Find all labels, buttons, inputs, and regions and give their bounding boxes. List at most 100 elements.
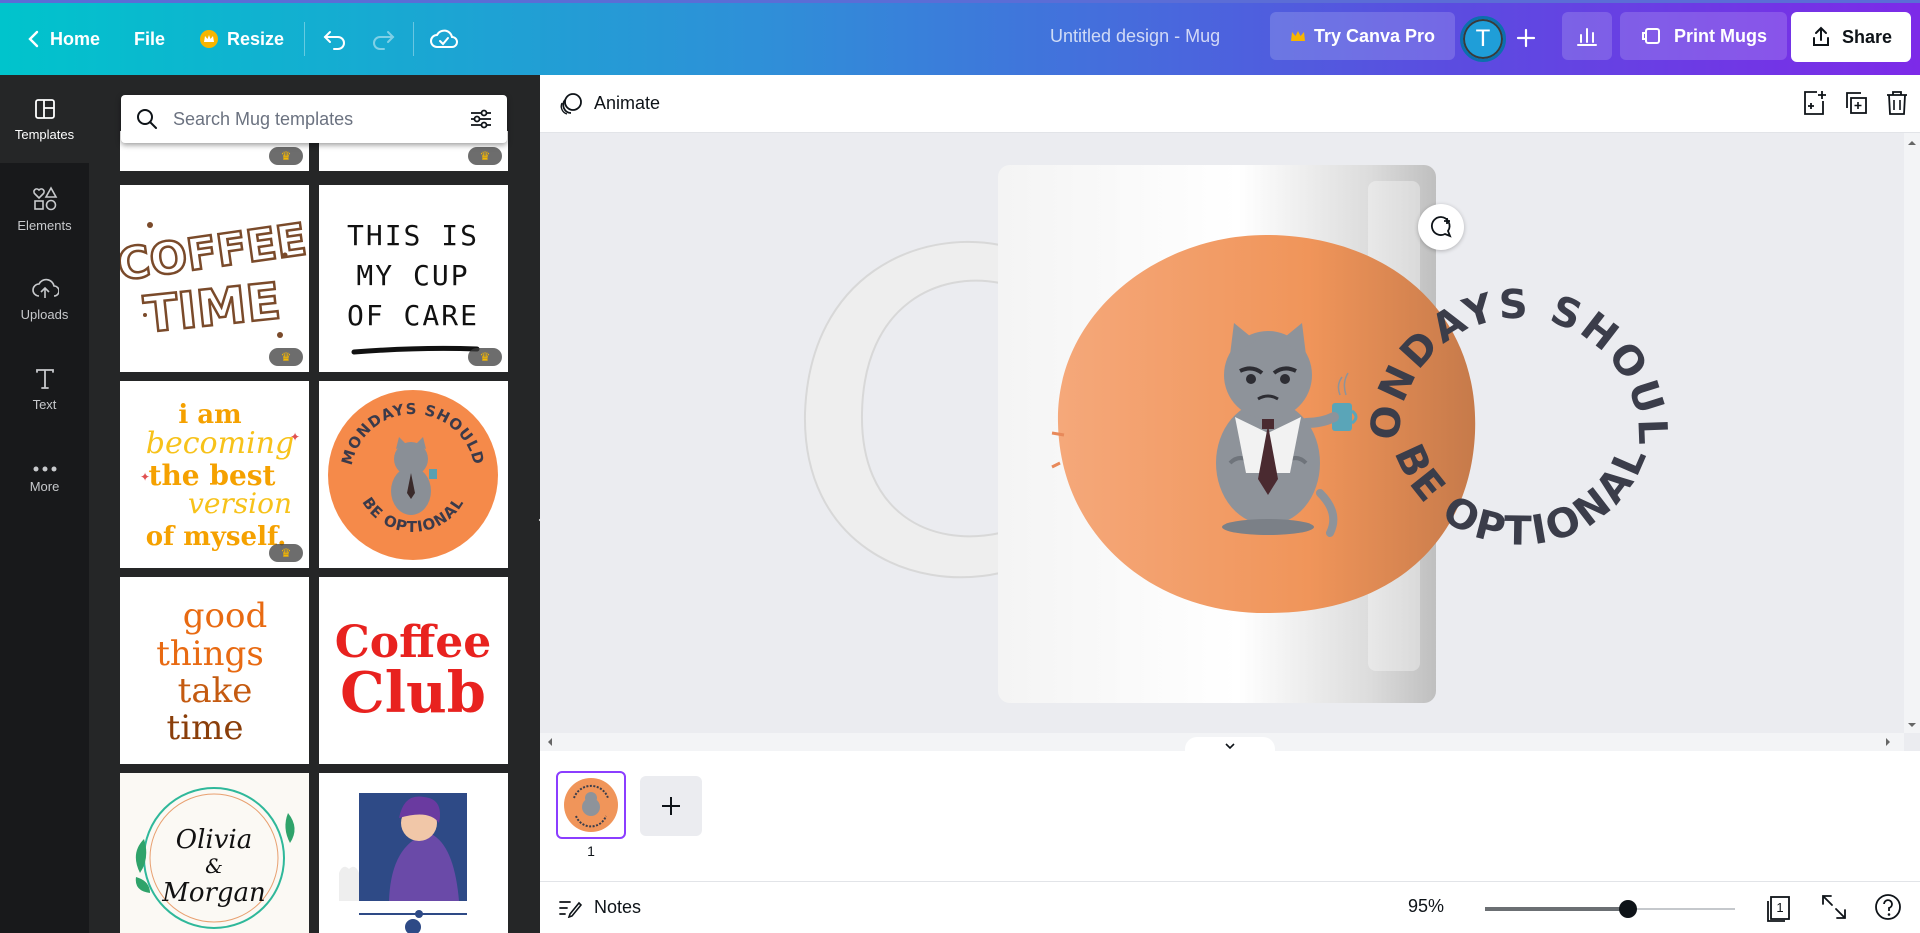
template-tile-good-things[interactable]: good things take time <box>120 577 309 764</box>
delete-page-icon[interactable] <box>1884 89 1910 117</box>
becoming-line: of myself. <box>146 522 287 552</box>
invite-plus-button[interactable] <box>1508 18 1544 58</box>
file-menu-button[interactable]: File <box>122 17 177 61</box>
notes-icon <box>559 900 582 918</box>
zoom-slider-fill <box>1485 907 1628 911</box>
design-canvas[interactable]: MONDAYS SHOULD BE OPTIONAL <box>519 97 1904 733</box>
template-tile-becoming-best[interactable]: i am becoming the best version of myself… <box>120 381 309 568</box>
redo-button[interactable] <box>361 17 405 61</box>
page-thumbnail-artwork <box>564 778 618 832</box>
notes-button[interactable]: Notes <box>558 897 641 918</box>
care-line: MY CUP <box>356 259 469 292</box>
search-input[interactable] <box>173 108 455 130</box>
mug-icon <box>1642 28 1660 44</box>
animate-button[interactable]: Animate <box>558 92 660 116</box>
uploads-icon <box>31 278 59 298</box>
template-tile-coffee-club[interactable]: Coffee Club <box>319 577 508 764</box>
save-status-button[interactable] <box>422 17 466 61</box>
care-line: OF CARE <box>347 299 479 332</box>
template-tile-coffee-time[interactable]: COFFEE TIME ♛ <box>120 185 309 372</box>
rail-label: Elements <box>17 217 72 233</box>
mug-preview: MONDAYS SHOULD BE OPTIONAL <box>519 97 1672 703</box>
template-search-box[interactable] <box>121 95 507 143</box>
bar-chart-icon <box>1577 28 1597 46</box>
pro-badge: ♛ <box>468 348 502 366</box>
crown-icon <box>1291 31 1305 41</box>
rail-item-more[interactable]: More <box>0 435 89 523</box>
filter-icon[interactable] <box>469 107 493 131</box>
print-mugs-button[interactable]: Print Mugs <box>1620 12 1787 60</box>
help-icon[interactable] <box>1873 892 1903 922</box>
olivia-line: & <box>205 854 223 878</box>
template-tile-music-girl[interactable] <box>319 773 508 933</box>
share-button[interactable]: Share <box>1791 12 1911 62</box>
rail-item-templates[interactable]: Templates <box>0 75 89 163</box>
add-comment-button[interactable] <box>1418 204 1464 250</box>
cup-of-care-artwork: THIS IS MY CUP OF CARE <box>347 219 480 355</box>
template-tile-cup-of-care[interactable]: THIS IS MY CUP OF CARE ♛ <box>319 185 508 372</box>
animate-icon <box>560 92 582 115</box>
page-number: 1 <box>587 843 595 859</box>
rail-item-elements[interactable]: Elements <box>0 165 89 253</box>
svg-text:✦: ✦ <box>290 430 300 444</box>
undo-button[interactable] <box>313 17 357 61</box>
text-icon <box>35 368 54 389</box>
pro-badge: ♛ <box>269 544 303 562</box>
club-line: Club <box>340 660 486 726</box>
design-title[interactable]: Untitled design - Mug <box>1050 0 1220 72</box>
zoom-slider-handle[interactable] <box>1618 900 1637 918</box>
share-label: Share <box>1841 26 1893 47</box>
crown-icon: ♛ <box>280 350 292 364</box>
zoom-slider[interactable] <box>1485 900 1735 918</box>
chevron-down-icon <box>1225 743 1235 750</box>
file-label: File <box>134 28 166 49</box>
comment-plus-icon <box>1430 216 1452 238</box>
olivia-line: Olivia <box>176 825 252 855</box>
avatar[interactable]: T <box>1460 16 1506 62</box>
add-page-icon[interactable] <box>1800 89 1828 117</box>
crown-icon: ♛ <box>280 546 292 560</box>
becoming-best-artwork: i am becoming the best version of myself… <box>140 400 300 552</box>
good-line: good <box>183 596 267 636</box>
print-mugs-label: Print Mugs <box>1674 25 1767 46</box>
good-line: take <box>178 671 253 711</box>
rail-item-uploads[interactable]: Uploads <box>0 255 89 343</box>
duplicate-page-icon[interactable] <box>1842 89 1870 117</box>
rail-label: Templates <box>14 126 75 142</box>
plus-icon <box>662 797 680 815</box>
care-line: THIS IS <box>347 219 479 252</box>
share-icon <box>1812 26 1829 46</box>
fullscreen-icon[interactable] <box>1819 892 1849 922</box>
becoming-line: version <box>188 487 292 520</box>
vertical-scrollbar[interactable] <box>1904 133 1920 733</box>
templates-icon <box>34 98 55 119</box>
olivia-line: Morgan <box>161 878 266 908</box>
crown-icon <box>200 30 219 48</box>
template-tile-mondays-optional[interactable]: MONDAYS SHOULD BE OPTIONAL <box>319 381 508 568</box>
coffee-club-artwork: Coffee Club <box>335 617 491 726</box>
svg-text:✦: ✦ <box>140 470 150 484</box>
good-line: time <box>167 708 244 748</box>
page-thumbnail[interactable] <box>556 771 626 839</box>
resize-button[interactable]: Resize <box>187 17 296 61</box>
chevron-left-icon <box>28 30 39 48</box>
search-icon <box>137 109 157 129</box>
zoom-level[interactable]: 95% <box>1408 896 1444 917</box>
rail-item-text[interactable]: Text <box>0 345 89 433</box>
page-count-button[interactable]: 1 <box>1763 892 1795 924</box>
pro-badge: ♛ <box>269 348 303 366</box>
olivia-morgan-artwork: Olivia & Morgan <box>135 787 295 929</box>
mug-handle <box>803 240 1001 579</box>
pro-badge: ♛ <box>269 147 303 165</box>
template-tile-olivia-morgan[interactable]: Olivia & Morgan <box>120 773 309 933</box>
notes-label: Notes <box>594 897 642 917</box>
templates-panel: ♛ ♛ COFFEE TIME ♛ THIS IS MY CUP OF CARE… <box>89 75 540 933</box>
insights-button[interactable] <box>1562 12 1612 60</box>
add-page-button[interactable] <box>640 776 702 836</box>
home-button[interactable]: Home <box>14 17 112 61</box>
rail-label: More <box>29 478 60 494</box>
mondays-thumb-artwork: MONDAYS SHOULD BE OPTIONAL <box>328 390 498 560</box>
try-canva-pro-button[interactable]: Try Canva Pro <box>1270 12 1456 60</box>
undo-icon <box>323 31 346 50</box>
pages-strip: 1 <box>540 751 1920 881</box>
